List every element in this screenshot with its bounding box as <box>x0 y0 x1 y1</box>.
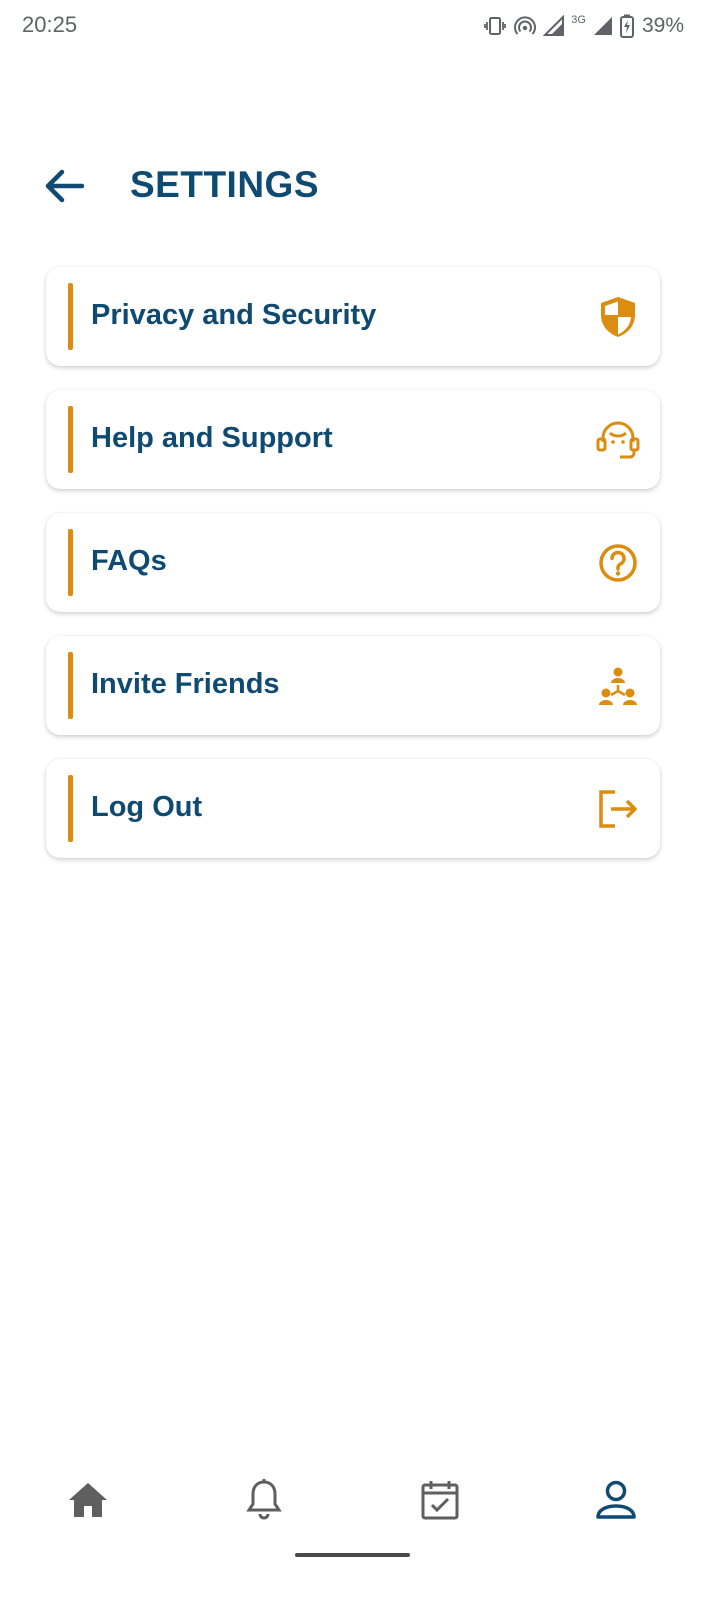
logout-icon <box>596 787 640 831</box>
settings-item-label: FAQs <box>91 545 167 577</box>
nav-item-calendar[interactable] <box>414 1476 466 1528</box>
nav-item-profile[interactable] <box>590 1476 642 1528</box>
settings-list: Privacy and Security Help and Support FA… <box>46 267 660 882</box>
status-bar: 20:25 3G 39% <box>0 0 720 52</box>
nav-item-notifications[interactable] <box>238 1476 290 1528</box>
settings-item-faqs[interactable]: FAQs <box>46 513 660 612</box>
settings-item-invite-friends[interactable]: Invite Friends <box>46 636 660 735</box>
home-indicator[interactable] <box>295 1553 410 1557</box>
nav-item-home[interactable] <box>62 1476 114 1528</box>
status-time: 20:25 <box>22 12 78 37</box>
item-accent-bar <box>68 406 73 473</box>
item-accent-bar <box>68 283 73 350</box>
calendar-check-icon <box>420 1479 460 1526</box>
settings-item-label: Log Out <box>91 791 203 823</box>
shield-icon <box>596 295 640 339</box>
people-network-icon <box>596 664 640 708</box>
settings-screen: 20:25 3G 39% SETTINGS Privacy and Securi… <box>0 0 720 1600</box>
back-button[interactable] <box>38 162 90 214</box>
network-type-label: 3G <box>571 13 586 26</box>
signal-icon <box>592 15 614 37</box>
header: SETTINGS <box>0 150 720 226</box>
item-accent-bar <box>68 652 73 719</box>
settings-item-label: Help and Support <box>91 422 333 454</box>
question-circle-icon <box>596 541 640 585</box>
settings-item-label: Privacy and Security <box>91 299 377 331</box>
hotspot-icon <box>513 14 537 38</box>
settings-item-privacy-security[interactable]: Privacy and Security <box>46 267 660 366</box>
headset-support-icon <box>596 418 640 462</box>
status-icons: 3G 39% <box>483 12 684 40</box>
signal-icon <box>543 15 565 37</box>
bell-icon <box>245 1478 283 1527</box>
vibrate-icon <box>483 14 507 38</box>
person-icon <box>595 1479 637 1526</box>
bottom-nav <box>0 1462 720 1542</box>
page-title: SETTINGS <box>130 164 320 205</box>
item-accent-bar <box>68 529 73 596</box>
settings-item-label: Invite Friends <box>91 668 280 700</box>
settings-item-help-support[interactable]: Help and Support <box>46 390 660 489</box>
arrow-left-icon <box>42 166 86 211</box>
home-icon <box>67 1480 109 1525</box>
settings-item-log-out[interactable]: Log Out <box>46 759 660 858</box>
battery-charging-icon <box>619 14 634 38</box>
item-accent-bar <box>68 775 73 842</box>
battery-percent: 39% <box>641 14 684 37</box>
